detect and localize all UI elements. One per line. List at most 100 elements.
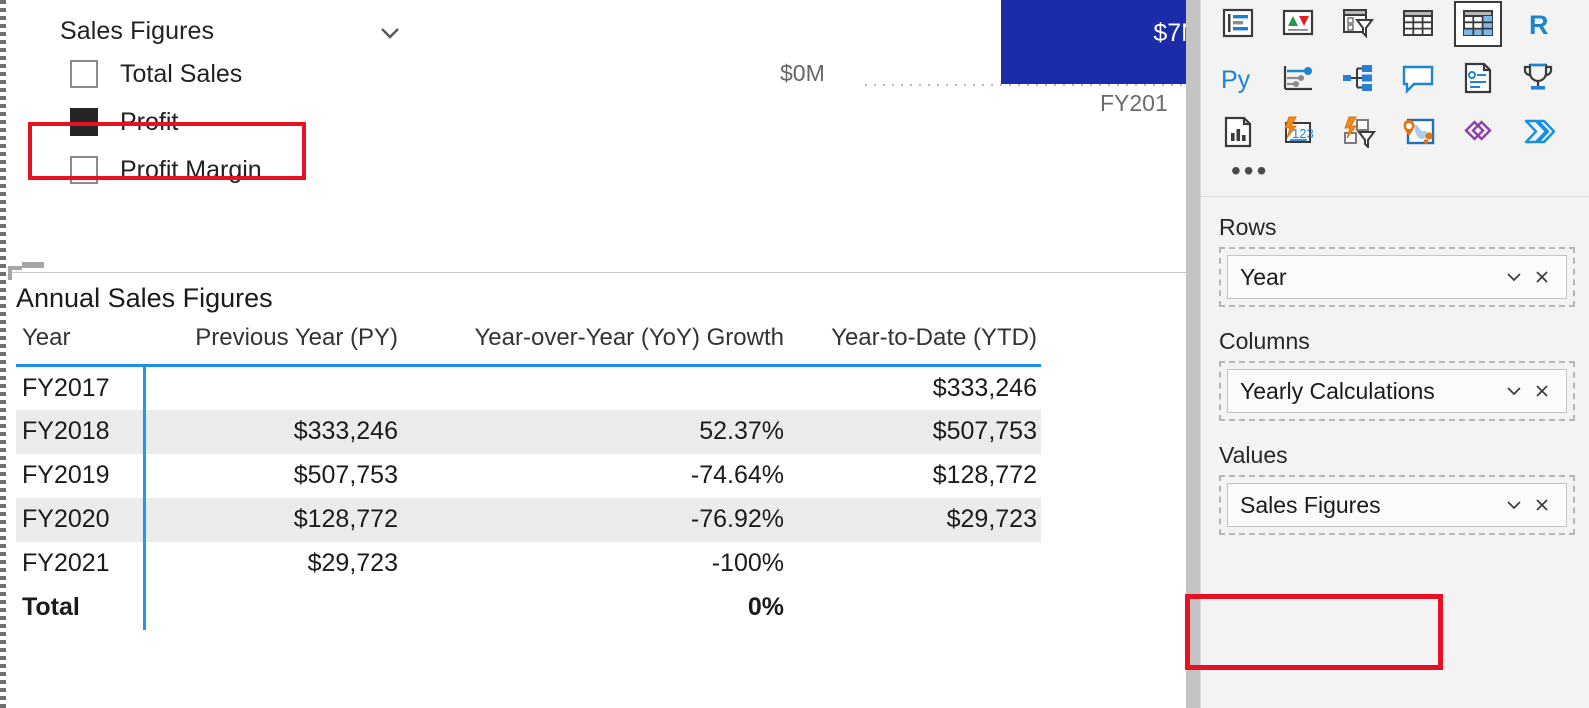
smart-narrative-icon[interactable] — [1335, 2, 1381, 46]
legend-item-profit[interactable]: Profit — [60, 98, 460, 146]
matrix-icon[interactable] — [1454, 1, 1502, 47]
key-performance-icon[interactable] — [1275, 56, 1321, 100]
cell-py: $333,246 — [144, 409, 402, 454]
paginated-report-icon[interactable] — [1455, 56, 1501, 100]
close-icon[interactable] — [1528, 491, 1556, 519]
well-dropzone-rows[interactable]: Year — [1219, 247, 1575, 307]
cell-ytd — [790, 586, 1041, 630]
cell-yoy: -74.64% — [690, 461, 784, 489]
table-row[interactable]: FY2019 $507,753 -74.64% $128,772 — [16, 453, 1041, 498]
table-total-row[interactable]: Total 0% — [16, 585, 1041, 630]
power-automate-icon[interactable] — [1515, 110, 1561, 154]
cell-yoy: -76.92% — [402, 497, 790, 542]
cell-py — [144, 366, 402, 410]
power-automate-card-icon[interactable]: 123 — [1275, 110, 1321, 154]
cell-ytd: $128,772 — [932, 461, 1037, 489]
field-pill-yearly-calculations[interactable]: Yearly Calculations — [1227, 369, 1567, 413]
cell-ytd — [790, 542, 1041, 586]
chevron-down-icon[interactable] — [375, 18, 405, 48]
bar-data-label: $7M — [1153, 19, 1186, 47]
field-pill-label: Yearly Calculations — [1240, 377, 1435, 404]
visualizations-pane: R Py 123 ••• Rows Year Columns Yearly Ca… — [1200, 0, 1589, 708]
column-header-ytd[interactable]: Year-to-Date (YTD) — [790, 320, 1041, 367]
matrix-title: Annual Sales Figures — [16, 283, 273, 313]
column-header-previous-year[interactable]: Previous Year (PY) — [144, 320, 402, 367]
cell-year: FY2018 — [16, 409, 146, 454]
python-visual-icon[interactable]: Py — [1215, 56, 1261, 100]
viz-gallery-row: 123 — [1215, 110, 1589, 154]
checkbox-total-sales[interactable] — [70, 60, 98, 88]
table-icon[interactable] — [1395, 2, 1441, 46]
well-label-rows: Rows — [1219, 214, 1277, 240]
matrix-table: Year Previous Year (PY) Year-over-Year (… — [16, 320, 1041, 630]
cell-ytd: $29,723 — [790, 497, 1041, 542]
cell-year: FY2020 — [16, 497, 146, 542]
well-dropzone-values[interactable]: Sales Figures — [1219, 475, 1575, 535]
well-label-values: Values — [1219, 442, 1288, 468]
bar-chart-plot: $0M $7M FY201 — [470, 0, 1186, 120]
key-influencers-icon[interactable] — [1215, 2, 1261, 46]
legend-item-label: Profit Margin — [120, 155, 262, 184]
power-apps-icon[interactable] — [1455, 110, 1501, 154]
power-automate-filter-icon[interactable] — [1335, 110, 1381, 154]
well-dropzone-columns[interactable]: Yearly Calculations — [1219, 361, 1575, 421]
svg-text:123: 123 — [1292, 126, 1314, 141]
cell-py — [144, 586, 402, 630]
cell-ytd: $333,246 — [932, 373, 1037, 402]
close-icon[interactable] — [1528, 263, 1556, 291]
visual-separator — [8, 272, 1186, 273]
trophy-award-icon[interactable] — [1515, 56, 1561, 100]
cell-yoy: -100% — [711, 549, 784, 577]
legend-item-label: Profit — [120, 107, 179, 136]
field-pill-label: Sales Figures — [1240, 491, 1381, 518]
azure-map-icon[interactable] — [1395, 110, 1441, 154]
decomposition-tree-icon[interactable] — [1275, 2, 1321, 46]
table-row[interactable]: FY2018 $333,246 52.37% $507,753 — [16, 409, 1041, 454]
visual-drag-handle[interactable] — [22, 262, 44, 268]
chevron-down-icon[interactable] — [1500, 491, 1528, 519]
checkbox-profit[interactable] — [70, 108, 98, 136]
well-label-columns: Columns — [1219, 328, 1310, 354]
legend-item-profit-margin[interactable]: Profit Margin — [60, 146, 460, 194]
visual-selection-border — [0, 0, 6, 708]
column-header-yoy-growth[interactable]: Year-over-Year (YoY) Growth — [402, 320, 790, 367]
cell-yoy: 0% — [747, 593, 784, 621]
chart-legend: Sales Figures Total Sales Profit Profit … — [60, 12, 460, 194]
pane-splitter[interactable] — [1186, 0, 1200, 708]
viz-gallery-row: R — [1215, 1, 1589, 47]
app-root: Sales Figures Total Sales Profit Profit … — [0, 0, 1589, 708]
cell-yoy — [402, 366, 790, 410]
table-row[interactable]: FY2017 $333,246 — [16, 365, 1041, 410]
report-canvas: Sales Figures Total Sales Profit Profit … — [0, 0, 1186, 708]
cell-py: $128,772 — [144, 497, 402, 542]
cell-py: $507,753 — [293, 461, 398, 489]
svg-text:Py: Py — [1221, 66, 1251, 94]
chevron-down-icon[interactable] — [1500, 377, 1528, 405]
cell-ytd: $507,753 — [790, 409, 1041, 454]
field-wells: Rows Year Columns Yearly Calculations Va… — [1201, 197, 1589, 535]
cell-year: FY2021 — [16, 541, 146, 586]
svg-text:R: R — [1529, 10, 1549, 40]
table-row[interactable]: FY2020 $128,772 -76.92% $29,723 — [16, 497, 1041, 542]
table-row[interactable]: FY2021 $29,723 -100% — [16, 541, 1041, 586]
table-header-row: Year Previous Year (PY) Year-over-Year (… — [16, 320, 1041, 367]
chevron-down-icon[interactable] — [1500, 263, 1528, 291]
visualization-gallery: R Py 123 ••• — [1201, 0, 1589, 196]
bar-series-profit[interactable]: $7M — [1001, 0, 1186, 84]
field-pill-label: Year — [1240, 263, 1287, 290]
checkbox-profit-margin[interactable] — [70, 156, 98, 184]
column-header-year[interactable]: Year — [16, 320, 144, 367]
field-pill-year[interactable]: Year — [1227, 255, 1567, 299]
field-pill-sales-figures[interactable]: Sales Figures — [1227, 483, 1567, 527]
axis-gridline — [865, 84, 1186, 86]
y-axis-tick-label: $0M — [780, 60, 825, 86]
cell-year: FY2019 — [16, 453, 146, 498]
comment-bubble-icon[interactable] — [1395, 56, 1441, 100]
more-visuals-button[interactable]: ••• — [1215, 157, 1589, 188]
hierarchy-slicer-icon[interactable] — [1335, 56, 1381, 100]
report-page-icon[interactable] — [1215, 110, 1261, 154]
r-script-visual-icon[interactable]: R — [1515, 2, 1561, 46]
close-icon[interactable] — [1528, 377, 1556, 405]
legend-item-total-sales[interactable]: Total Sales — [60, 50, 460, 98]
matrix-visual: Annual Sales Figures Year Previous Year … — [8, 276, 1186, 696]
